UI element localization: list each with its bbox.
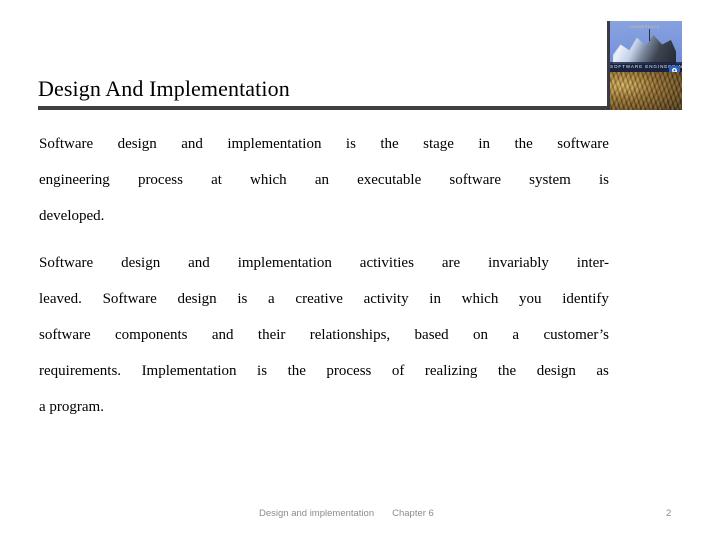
text-word: Software [102, 291, 157, 307]
text-word: relationships, [309, 327, 391, 343]
text-word: their [257, 327, 286, 343]
text-word: design [536, 363, 576, 379]
text-word: a [512, 327, 520, 343]
cover-mast-shape [649, 29, 650, 42]
cover-lower-region [607, 71, 682, 110]
slide-footer: Design and implementation Chapter 6 2 [0, 508, 720, 524]
text-word: is [237, 291, 248, 307]
text-word: and [181, 136, 203, 152]
text-word: and [211, 327, 234, 343]
text-word: a program. [39, 399, 104, 415]
book-cover-image: SOMMERVILLE SOFTWARE ENGINEERING 9 [607, 21, 682, 110]
text-word: of [391, 363, 405, 379]
text-word: inter- [576, 255, 609, 271]
text-word: software [449, 172, 502, 188]
text-word: software [39, 327, 91, 343]
text-word: system [529, 172, 571, 188]
text-word: executable [357, 172, 422, 188]
text-word: a [268, 291, 275, 307]
text-word: based [414, 327, 449, 343]
cover-author-caption: SOMMERVILLE [629, 24, 660, 29]
text-word: the [287, 363, 306, 379]
text-word: is [598, 172, 609, 188]
text-word: as [596, 363, 609, 379]
text-line: Software design and implementation is the stag… [39, 126, 609, 162]
text-word: is [257, 363, 268, 379]
body-placeholder: Software design and implementation is the stag… [39, 126, 609, 425]
text-line: software components and their relationships,… [39, 317, 609, 353]
text-line: a program. [39, 389, 609, 425]
slide-canvas: Design And Implementation SOMMERVILLE SO… [0, 0, 720, 540]
text-word: at [211, 172, 222, 188]
footer-chapter-label: Chapter 6 [392, 508, 434, 519]
text-word: which [250, 172, 287, 188]
text-word: are [441, 255, 461, 271]
page-number-label: 2 [666, 508, 672, 519]
text-word: customer’s [543, 327, 609, 343]
text-word: process [326, 363, 372, 379]
text-word: you [519, 291, 542, 307]
cover-spine-edge [607, 21, 610, 110]
text-line: engineering process at which an executable sof… [39, 162, 609, 198]
text-word: the [380, 136, 399, 152]
paragraph-2: Software design and implementation activitie… [39, 245, 609, 425]
text-word: Implementation [141, 363, 237, 379]
text-line: leaved. Software design is a creative activity… [39, 281, 609, 317]
text-line: requirements. Implementation is the process o… [39, 353, 609, 389]
text-word: the [497, 363, 517, 379]
text-word: creative [295, 291, 343, 307]
footer-center-group: Design and implementation Chapter 6 [259, 508, 434, 519]
title-placeholder: Design And Implementation [38, 76, 618, 102]
text-word: realizing [424, 363, 478, 379]
text-word: components [115, 327, 188, 343]
text-word: in [478, 136, 491, 152]
text-word: activity [363, 291, 409, 307]
text-word: on [473, 327, 489, 343]
text-word: design [117, 136, 157, 152]
text-word: an [314, 172, 329, 188]
text-word: implementation [237, 255, 332, 271]
text-word: stage [423, 136, 454, 152]
text-word: Software [39, 136, 94, 152]
text-word: requirements. [39, 363, 122, 379]
text-word: developed. [39, 208, 105, 224]
text-word: Software [39, 255, 94, 271]
text-word: invariably [488, 255, 549, 271]
text-word: the [514, 136, 533, 152]
text-word: activities [359, 255, 414, 271]
text-word: in [429, 291, 441, 307]
text-word: implementation [227, 136, 322, 152]
text-word: engineering [39, 172, 110, 188]
text-line: developed. [39, 198, 609, 234]
paragraph-1: Software design and implementation is the stag… [39, 126, 609, 234]
text-word: which [461, 291, 499, 307]
text-word: design [177, 291, 217, 307]
text-word: identify [562, 291, 609, 307]
text-word: and [188, 255, 210, 271]
text-word: is [345, 136, 356, 152]
text-word: leaved. [39, 291, 82, 307]
text-word: design [121, 255, 161, 271]
title-underline-rule [38, 106, 682, 110]
text-line: Software design and implementation activitie… [39, 245, 609, 281]
footer-topic-label: Design and implementation [259, 508, 375, 519]
text-word: software [557, 136, 609, 152]
text-word: process [137, 172, 183, 188]
page-title: Design And Implementation [38, 76, 290, 101]
